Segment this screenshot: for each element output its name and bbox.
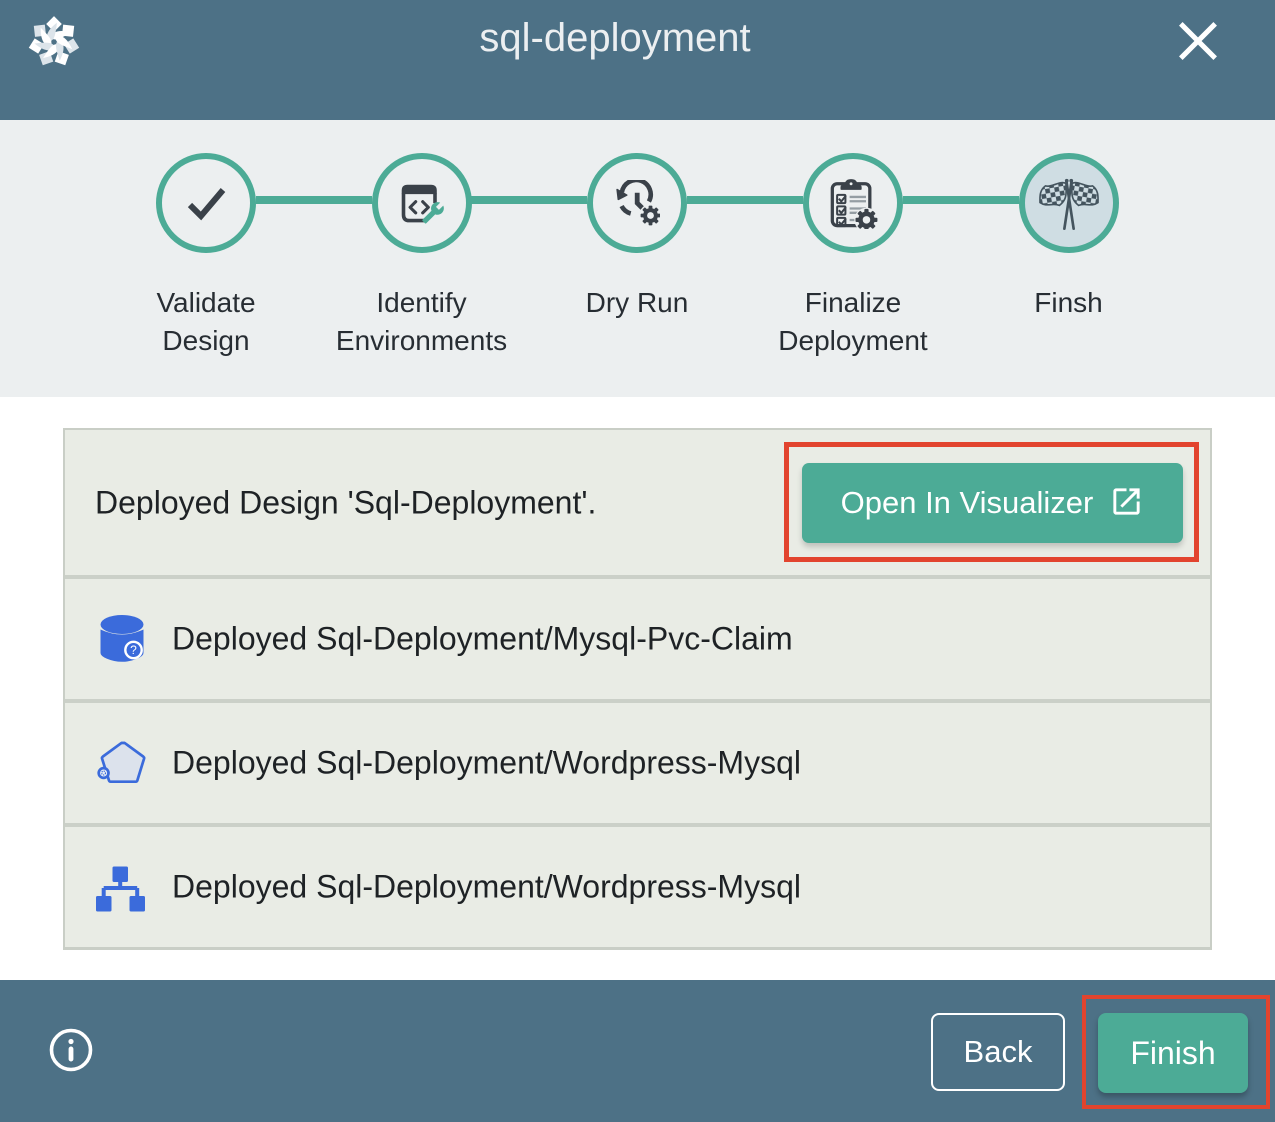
svg-text:?: ? [130, 643, 137, 657]
